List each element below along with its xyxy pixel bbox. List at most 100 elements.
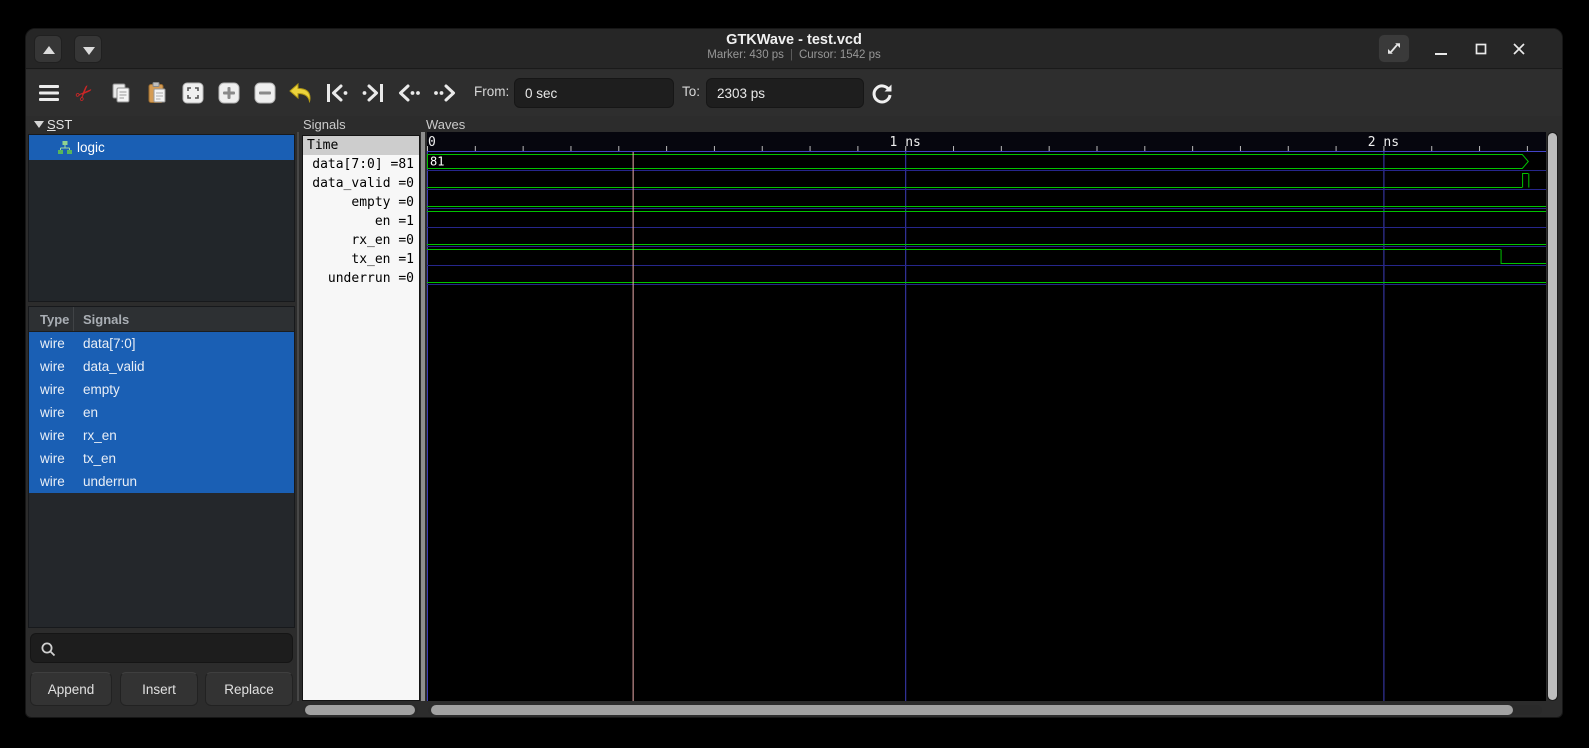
table-row[interactable]: wireempty bbox=[29, 378, 294, 401]
signal-list-item[interactable]: underrun =0 bbox=[303, 269, 419, 288]
status-divider: | bbox=[784, 49, 799, 61]
signals-hscrollbar[interactable] bbox=[303, 705, 418, 715]
insert-button[interactable]: Insert bbox=[120, 672, 198, 706]
bus-trace-data[7:0][interactable] bbox=[428, 155, 1529, 169]
cell-signal-name: underrun bbox=[74, 474, 137, 489]
time-header[interactable]: Time bbox=[303, 136, 419, 155]
sst-label: S bbox=[47, 117, 56, 132]
skip-to-end-icon bbox=[360, 81, 386, 105]
signals-panel: Time data[7:0] =81data_valid =0empty =0e… bbox=[302, 135, 420, 701]
arrow-left-dots-icon bbox=[396, 81, 422, 105]
wave-display[interactable]: 01 ns2 ns81 bbox=[427, 132, 1546, 701]
titlebar: GTKWave - test.vcd Marker: 430 ps|Cursor… bbox=[26, 29, 1562, 69]
maximize-button[interactable] bbox=[1470, 38, 1492, 60]
from-input[interactable] bbox=[514, 78, 674, 108]
table-row[interactable]: wiretx_en bbox=[29, 447, 294, 470]
go-to-start-button[interactable] bbox=[319, 75, 355, 111]
bus-value-label: 81 bbox=[430, 155, 444, 169]
cut-button[interactable]: ✂ bbox=[67, 75, 103, 111]
cell-signal-name: rx_en bbox=[74, 428, 117, 443]
cell-signal-name: en bbox=[74, 405, 98, 420]
append-button[interactable]: Append bbox=[30, 672, 112, 706]
fullscreen-button[interactable] bbox=[1378, 34, 1410, 63]
signal-list-item[interactable]: data_valid =0 bbox=[303, 174, 419, 193]
signal-list-item[interactable]: data[7:0] =81 bbox=[303, 155, 419, 174]
minimize-button[interactable] bbox=[1430, 38, 1452, 60]
cell-type: wire bbox=[29, 336, 74, 351]
arrow-right-dots-icon bbox=[432, 81, 458, 105]
hierarchy-icon bbox=[57, 140, 73, 155]
go-to-end-button[interactable] bbox=[355, 75, 391, 111]
signal-list-item[interactable]: rx_en =0 bbox=[303, 231, 419, 250]
cell-type: wire bbox=[29, 451, 74, 466]
sst-tree: logic bbox=[28, 134, 295, 302]
cell-signal-name: tx_en bbox=[74, 451, 116, 466]
column-header-type[interactable]: Type bbox=[29, 307, 74, 331]
shift-right-button[interactable] bbox=[427, 75, 463, 111]
reload-icon bbox=[870, 81, 894, 105]
ruler-major-label: 1 ns bbox=[890, 135, 921, 150]
signal-search bbox=[30, 633, 293, 663]
cell-type: wire bbox=[29, 359, 74, 374]
copy-button[interactable] bbox=[103, 75, 139, 111]
cursor-status: Cursor: 1542 ps bbox=[799, 49, 881, 61]
table-row[interactable]: wirerx_en bbox=[29, 424, 294, 447]
zoom-fit-icon bbox=[182, 82, 204, 104]
sst-expander[interactable]: SST bbox=[34, 117, 72, 132]
copy-icon bbox=[109, 81, 133, 105]
signal-list-item[interactable]: empty =0 bbox=[303, 193, 419, 212]
undo-button[interactable] bbox=[283, 75, 319, 111]
skip-to-start-icon bbox=[324, 81, 350, 105]
zoom-out-icon bbox=[254, 82, 276, 104]
signal-list-item[interactable]: tx_en =1 bbox=[303, 250, 419, 269]
cell-signal-name: data[7:0] bbox=[74, 336, 136, 351]
window-title: GTKWave - test.vcd bbox=[26, 32, 1562, 48]
scissors-icon: ✂ bbox=[70, 78, 100, 108]
waves-hscrollbar[interactable] bbox=[428, 705, 1542, 715]
minimize-icon bbox=[1435, 53, 1447, 55]
tree-item-label: logic bbox=[77, 140, 105, 155]
table-row[interactable]: wireunderrun bbox=[29, 470, 294, 493]
hamburger-icon bbox=[38, 84, 60, 102]
marker-status: Marker: 430 ps bbox=[707, 49, 784, 61]
shift-left-button[interactable] bbox=[391, 75, 427, 111]
pane-splitter-left[interactable] bbox=[297, 132, 299, 701]
paste-button[interactable] bbox=[139, 75, 175, 111]
undo-icon bbox=[288, 81, 314, 105]
zoom-fit-button[interactable] bbox=[175, 75, 211, 111]
replace-button[interactable]: Replace bbox=[205, 672, 293, 706]
cell-type: wire bbox=[29, 382, 74, 397]
column-header-signals[interactable]: Signals bbox=[74, 312, 129, 327]
to-input[interactable] bbox=[706, 78, 864, 108]
close-icon bbox=[1514, 44, 1524, 54]
pane-splitter-right[interactable] bbox=[421, 132, 425, 701]
signal-list-item[interactable]: en =1 bbox=[303, 212, 419, 231]
table-row[interactable]: wiredata[7:0] bbox=[29, 332, 294, 355]
clipboard-icon bbox=[145, 81, 169, 105]
menu-button[interactable] bbox=[31, 75, 67, 111]
ruler-zero-label: 0 bbox=[428, 135, 436, 150]
search-icon bbox=[40, 641, 57, 658]
signal-table-header: Type Signals bbox=[29, 307, 294, 332]
tree-item-logic[interactable]: logic bbox=[29, 135, 294, 160]
cell-type: wire bbox=[29, 428, 74, 443]
status-line: Marker: 430 ps|Cursor: 1542 ps bbox=[26, 49, 1562, 61]
cell-type: wire bbox=[29, 474, 74, 489]
close-button[interactable] bbox=[1508, 38, 1530, 60]
table-row[interactable]: wiredata_valid bbox=[29, 355, 294, 378]
zoom-in-button[interactable] bbox=[211, 75, 247, 111]
zoom-in-icon bbox=[218, 82, 240, 104]
table-row[interactable]: wireen bbox=[29, 401, 294, 424]
gtkwave-window: GTKWave - test.vcd Marker: 430 ps|Cursor… bbox=[25, 28, 1563, 718]
to-label: To: bbox=[682, 84, 700, 99]
zoom-out-button[interactable] bbox=[247, 75, 283, 111]
waves-vscrollbar[interactable] bbox=[1547, 132, 1558, 701]
expand-icon bbox=[1379, 35, 1409, 62]
maximize-icon bbox=[1477, 45, 1486, 54]
cell-signal-name: data_valid bbox=[74, 359, 145, 374]
signals-panel-label: Signals bbox=[303, 117, 346, 132]
waves-panel-label: Waves bbox=[426, 117, 465, 132]
search-input[interactable] bbox=[61, 635, 286, 661]
reload-button[interactable] bbox=[864, 75, 900, 111]
cell-signal-name: empty bbox=[74, 382, 120, 397]
